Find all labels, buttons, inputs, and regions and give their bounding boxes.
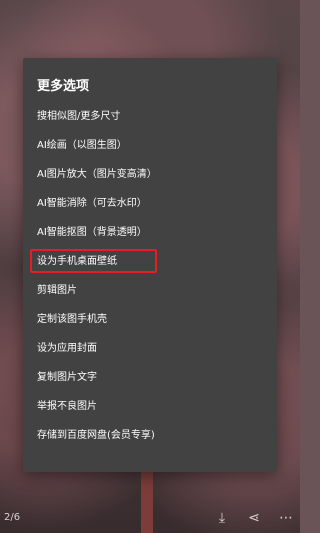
image-counter: 2/6 <box>4 512 21 523</box>
menu-item-similar-search[interactable]: 搜相似图/更多尺寸 <box>23 102 277 131</box>
share-icon[interactable]: ⋖ <box>246 510 262 526</box>
menu-item-ai-cutout[interactable]: AI智能抠图（背景透明） <box>23 218 277 247</box>
menu-item-set-app-cover[interactable]: 设为应用封面 <box>23 334 277 363</box>
menu-item-save-to-netdisk[interactable]: 存储到百度网盘(会员专享) <box>23 421 277 450</box>
menu-item-copy-text[interactable]: 复制图片文字 <box>23 363 277 392</box>
options-menu: 搜相似图/更多尺寸 AI绘画（以图生图） AI图片放大（图片变高清） AI智能消… <box>23 102 277 450</box>
bottom-actions: ⤓ ⋖ ⋯ <box>214 510 294 526</box>
image-viewer-bottom-bar: 2/6 ⤓ ⋖ ⋯ <box>0 504 300 533</box>
more-icon[interactable]: ⋯ <box>278 510 294 526</box>
menu-item-report-image[interactable]: 举报不良图片 <box>23 392 277 421</box>
sheet-title: 更多选项 <box>37 79 90 94</box>
menu-item-custom-phone-case[interactable]: 定制该图手机壳 <box>23 305 277 334</box>
menu-item-ai-painting[interactable]: AI绘画（以图生图） <box>23 131 277 160</box>
menu-item-set-wallpaper[interactable]: 设为手机桌面壁纸 <box>23 247 277 276</box>
menu-item-ai-upscale[interactable]: AI图片放大（图片变高清） <box>23 160 277 189</box>
menu-item-ai-erase[interactable]: AI智能消除（可去水印） <box>23 189 277 218</box>
download-icon[interactable]: ⤓ <box>214 510 230 526</box>
more-options-sheet: 更多选项 搜相似图/更多尺寸 AI绘画（以图生图） AI图片放大（图片变高清） … <box>23 58 277 472</box>
menu-item-edit-image[interactable]: 剪辑图片 <box>23 276 277 305</box>
